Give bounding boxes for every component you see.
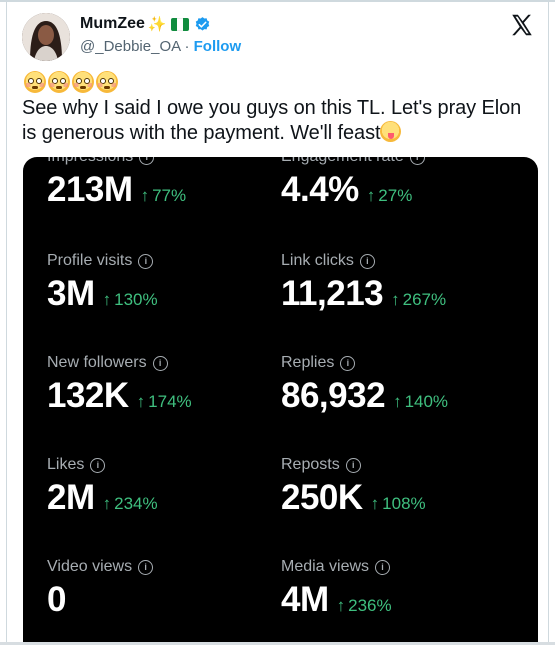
metric-change: ↑ 234% [102, 494, 158, 513]
info-icon: i [359, 253, 375, 269]
metric-change: ↑ 77% [140, 186, 187, 205]
metric-value: 132K [47, 376, 129, 415]
arrow-up-icon: ↑ [370, 494, 380, 513]
analytics-screenshot[interactable]: Impressions i 213M ↑77% Engagement rate i 4… [23, 157, 538, 645]
flushed-face-emoji [24, 71, 46, 93]
info-icon: i [375, 559, 391, 575]
metric-impressions: Impressions i 213M ↑77% [47, 157, 186, 210]
flushed-emoji-row [24, 71, 118, 93]
metric-change: ↑ 236% [336, 596, 392, 615]
arrow-up-icon: ↑ [366, 186, 376, 205]
metric-replies: Replies i 86,932 ↑ 140% [281, 354, 448, 416]
verified-badge-icon[interactable] [194, 16, 211, 33]
metric-value: 4M [281, 580, 329, 619]
metric-label: Likes [47, 456, 85, 473]
metric-change: ↑ 174% [136, 392, 192, 411]
metric-engagement-rate: Engagement rate i 4.4% ↑27% [281, 157, 425, 210]
metric-change: ↑ 267% [391, 290, 447, 309]
arrow-up-icon: ↑ [391, 290, 400, 309]
sparkles-emoji: ✨ [147, 16, 167, 33]
handle-row: @_Debbie_OA · Follow [80, 38, 241, 55]
metric-value: 86,932 [281, 376, 386, 415]
metric-change: ↑ 27% [366, 186, 413, 205]
info-icon: i [340, 355, 356, 371]
tweet-body: See why I said I owe you guys on this TL… [22, 97, 522, 144]
metric-label: New followers [47, 354, 147, 371]
metric-reposts: Reposts i 250K ↑ 108% [281, 456, 426, 518]
flushed-face-emoji [96, 71, 118, 93]
arrow-up-icon: ↑ [336, 596, 346, 615]
metric-label: Replies [281, 354, 335, 371]
metric-value: 3M [47, 274, 95, 313]
metric-new-followers: New followers i 132K ↑ 174% [47, 354, 192, 416]
metric-value: 11,213 [281, 274, 384, 313]
metric-change: ↑ 140% [393, 392, 449, 411]
flushed-face-emoji [72, 71, 94, 93]
info-icon: i [409, 157, 425, 165]
separator-dot: · [184, 38, 190, 55]
metric-label: Media views [281, 558, 370, 575]
metric-link-clicks: Link clicks i 11,213 ↑ 267% [281, 252, 446, 314]
info-icon: i [138, 559, 154, 575]
metric-label: Engagement rate [281, 157, 404, 166]
info-icon: i [138, 253, 154, 269]
metric-value: 4.4% [281, 170, 359, 209]
tweet-text: See why I said I owe you guys on this TL… [22, 96, 532, 146]
metric-label: Reposts [281, 456, 340, 473]
info-icon: i [152, 355, 168, 371]
display-name[interactable]: MumZee [80, 15, 145, 33]
arrow-up-icon: ↑ [102, 494, 112, 513]
metric-likes: Likes i 2M ↑ 234% [47, 456, 158, 518]
metric-value: 250K [281, 478, 363, 517]
user-handle[interactable]: @_Debbie_OA [80, 38, 180, 55]
metric-value: 2M [47, 478, 95, 517]
metric-profile-visits: Profile visits i 3M ↑ 130% [47, 252, 158, 314]
metric-label: Profile visits [47, 252, 133, 269]
nigeria-flag-emoji [170, 17, 189, 31]
info-icon: i [345, 457, 361, 473]
avatar[interactable] [22, 13, 70, 61]
metric-change: ↑ 108% [370, 494, 426, 513]
metric-value: 0 [47, 580, 66, 619]
metric-media-views: Media views i 4M ↑ 236% [281, 558, 392, 620]
author-name-row: MumZee ✨ [80, 15, 211, 33]
info-icon: i [139, 157, 155, 165]
arrow-up-icon: ↑ [102, 290, 112, 309]
metric-label: Link clicks [281, 252, 354, 269]
info-icon: i [90, 457, 106, 473]
metric-value: 213M [47, 170, 133, 209]
arrow-up-icon: ↑ [393, 392, 402, 411]
metric-label: Impressions [47, 157, 133, 166]
metric-video-views: Video views i 0 [47, 558, 154, 620]
x-logo-icon[interactable] [509, 12, 535, 38]
flushed-face-emoji [48, 71, 70, 93]
arrow-up-icon: ↑ [140, 186, 150, 205]
metric-label: Video views [47, 558, 133, 575]
metric-change: ↑ 130% [102, 290, 158, 309]
arrow-up-icon: ↑ [136, 392, 146, 411]
yum-face-emoji [380, 121, 402, 142]
follow-button[interactable]: Follow [194, 38, 242, 55]
